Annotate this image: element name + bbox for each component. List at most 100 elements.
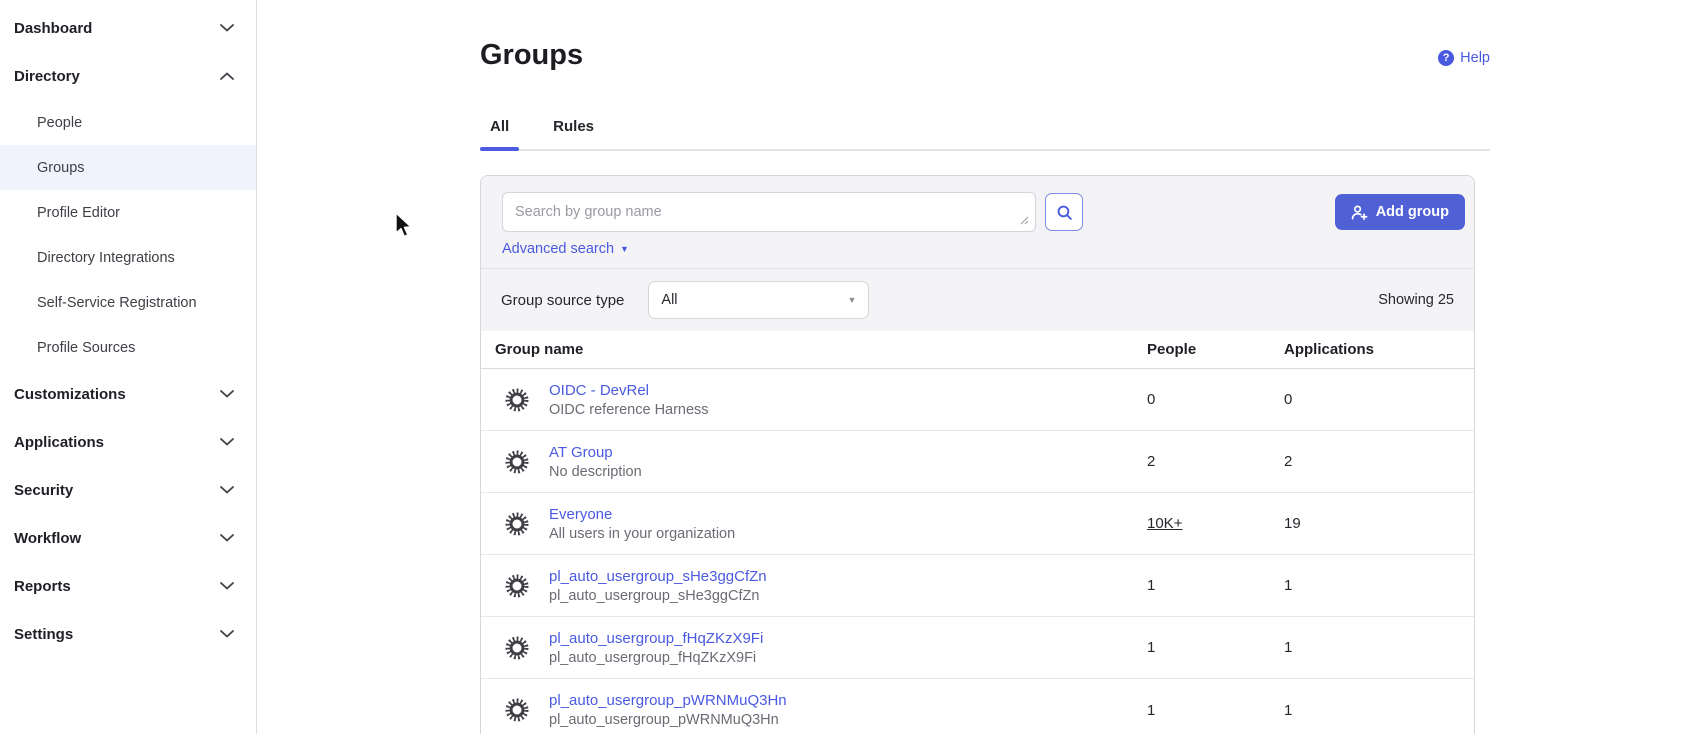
add-group-button[interactable]: Add group [1335,194,1465,230]
column-header-group-name: Group name [481,341,1147,358]
page-header: Groups ? Help [480,0,1490,74]
groups-panel: Add group Advanced search ▼ Group source… [480,175,1475,734]
sidebar-item-label: Workflow [14,530,81,547]
search-section: Add group Advanced search ▼ [481,176,1474,268]
search-icon [1056,204,1073,221]
sidebar-item-directory[interactable]: Directory [0,52,256,100]
group-icon [503,448,531,476]
resize-handle-icon[interactable] [1020,216,1029,225]
sidebar-item-workflow[interactable]: Workflow [0,514,256,562]
filter-bar: Group source type All ▼ Showing 25 [481,268,1474,331]
groups-table: Group name People Applications OIDC - De… [481,331,1474,734]
sidebar-item-label: Security [14,482,73,499]
group-name-link[interactable]: AT Group [549,444,642,461]
sidebar-item-directory-integrations[interactable]: Directory Integrations [0,235,256,280]
table-row: pl_auto_usergroup_sHe3ggCfZn pl_auto_use… [481,555,1474,617]
applications-count: 0 [1284,391,1474,408]
group-description: pl_auto_usergroup_pWRNMuQ3Hn [549,712,787,728]
help-label: Help [1460,50,1490,66]
group-icon [503,696,531,724]
search-input[interactable] [502,192,1036,232]
applications-count: 19 [1284,515,1474,532]
caret-down-icon: ▼ [620,244,629,254]
add-person-icon [1351,204,1368,221]
sidebar-item-settings[interactable]: Settings [0,610,256,658]
applications-count: 1 [1284,639,1474,656]
column-header-applications: Applications [1284,341,1474,358]
sidebar-item-self-service-registration[interactable]: Self-Service Registration [0,280,256,325]
chevron-down-icon [220,438,234,446]
table-row: Everyone All users in your organization … [481,493,1474,555]
sidebar-item-applications[interactable]: Applications [0,418,256,466]
table-row: pl_auto_usergroup_pWRNMuQ3Hn pl_auto_use… [481,679,1474,734]
advanced-search-link[interactable]: Advanced search ▼ [502,241,629,257]
group-icon [503,386,531,414]
applications-count: 2 [1284,453,1474,470]
tab-bar: All Rules [480,112,1490,151]
showing-count: Showing 25 [1378,292,1454,308]
group-description: pl_auto_usergroup_fHqZKzX9Fi [549,650,763,666]
sidebar-item-label: Settings [14,626,73,643]
group-description: No description [549,464,642,480]
chevron-down-icon [220,486,234,494]
chevron-down-icon [220,390,234,398]
applications-count: 1 [1284,577,1474,594]
table-row: AT Group No description 2 2 [481,431,1474,493]
tab-rules[interactable]: Rules [543,112,604,149]
chevron-down-icon [220,24,234,32]
help-question-icon: ? [1438,50,1454,66]
column-header-people: People [1147,341,1284,358]
tab-all[interactable]: All [480,112,519,149]
sidebar-item-security[interactable]: Security [0,466,256,514]
people-count-link[interactable]: 10K+ [1147,515,1284,532]
sidebar-item-label: Directory [14,68,80,85]
main-content: Groups ? Help All Rules [257,0,1687,734]
group-name-link[interactable]: Everyone [549,506,735,523]
group-icon [503,510,531,538]
sidebar-item-label: Dashboard [14,20,92,37]
sidebar-item-label: Customizations [14,386,126,403]
chevron-down-icon [220,582,234,590]
caret-down-icon: ▼ [847,295,856,305]
group-description: OIDC reference Harness [549,402,709,418]
sidebar-item-dashboard[interactable]: Dashboard [0,4,256,52]
page-title: Groups [480,36,583,74]
sidebar-item-label: Reports [14,578,71,595]
help-link[interactable]: ? Help [1438,50,1490,66]
group-name-link[interactable]: pl_auto_usergroup_pWRNMuQ3Hn [549,692,787,709]
chevron-up-icon [220,72,234,80]
sidebar-item-people[interactable]: People [0,100,256,145]
table-row: OIDC - DevRel OIDC reference Harness 0 0 [481,369,1474,431]
select-value: All [661,292,677,308]
group-description: All users in your organization [549,526,735,542]
chevron-down-icon [220,534,234,542]
sidebar-item-profile-editor[interactable]: Profile Editor [0,190,256,235]
group-name-link[interactable]: pl_auto_usergroup_sHe3ggCfZn [549,568,767,585]
sidebar-item-groups[interactable]: Groups [0,145,256,190]
advanced-search-label: Advanced search [502,241,614,257]
sidebar-item-customizations[interactable]: Customizations [0,370,256,418]
applications-count: 1 [1284,702,1474,719]
group-icon [503,634,531,662]
sidebar-item-label: Applications [14,434,104,451]
group-icon [503,572,531,600]
search-button[interactable] [1045,193,1083,231]
people-count: 1 [1147,702,1284,719]
group-name-link[interactable]: pl_auto_usergroup_fHqZKzX9Fi [549,630,763,647]
sidebar: Dashboard Directory People Groups Profil… [0,0,257,734]
group-source-type-select[interactable]: All ▼ [648,281,869,319]
app-window: Dashboard Directory People Groups Profil… [0,0,1687,734]
group-description: pl_auto_usergroup_sHe3ggCfZn [549,588,767,604]
sidebar-item-profile-sources[interactable]: Profile Sources [0,325,256,370]
group-name-link[interactable]: OIDC - DevRel [549,382,709,399]
people-count: 2 [1147,453,1284,470]
people-count: 0 [1147,391,1284,408]
people-count: 1 [1147,577,1284,594]
table-row: pl_auto_usergroup_fHqZKzX9Fi pl_auto_use… [481,617,1474,679]
sidebar-item-reports[interactable]: Reports [0,562,256,610]
add-group-label: Add group [1376,204,1449,220]
people-count: 1 [1147,639,1284,656]
group-source-type-label: Group source type [501,292,624,309]
table-header: Group name People Applications [481,331,1474,369]
chevron-down-icon [220,630,234,638]
